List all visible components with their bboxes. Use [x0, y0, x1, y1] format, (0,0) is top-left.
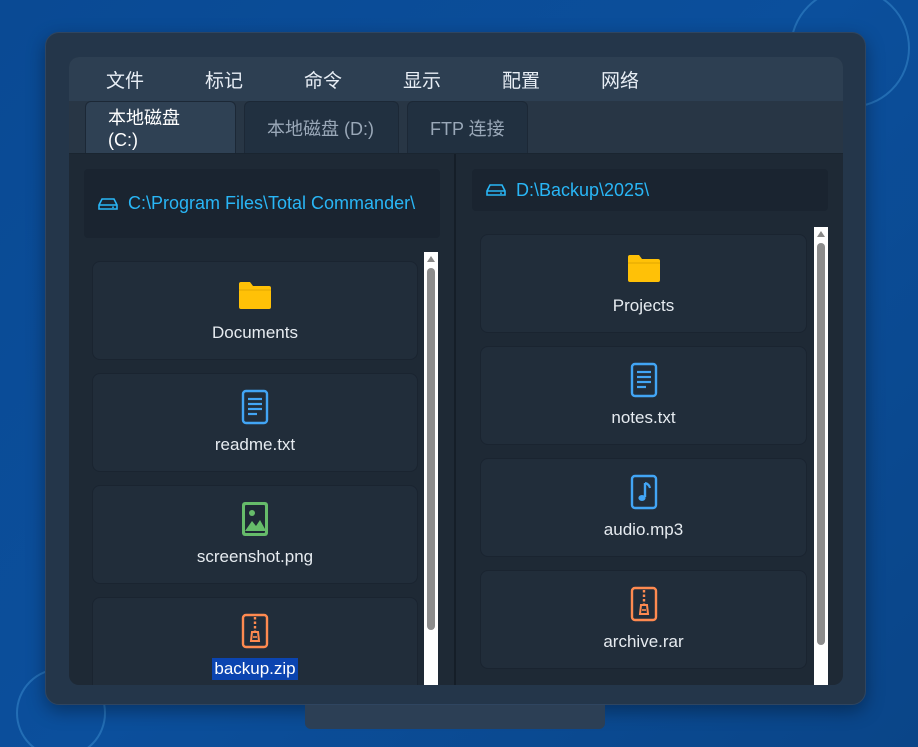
- scroll-up-arrow-icon[interactable]: [427, 256, 435, 262]
- folder-icon: [237, 277, 273, 313]
- right-file-list: Projects notes.txt audio.mp3 archive.rar: [480, 234, 807, 685]
- archive-file-icon: [626, 586, 662, 622]
- left-path-bar[interactable]: C:\Program Files\Total Commander\: [84, 169, 440, 238]
- tab-ftp-connection[interactable]: FTP 连接: [407, 101, 528, 153]
- file-item-readme-txt[interactable]: readme.txt: [92, 373, 418, 472]
- menu-file[interactable]: 文件: [87, 66, 186, 93]
- drive-icon: [98, 197, 118, 210]
- menu-configuration[interactable]: 配置: [483, 66, 582, 93]
- tab-drive-d[interactable]: 本地磁盘 (D:): [244, 101, 399, 153]
- right-path-bar[interactable]: D:\Backup\2025\: [472, 169, 828, 211]
- file-item-backup-zip[interactable]: backup.zip: [92, 597, 418, 685]
- scroll-thumb[interactable]: [817, 243, 825, 645]
- right-pane: D:\Backup\2025\ Projects notes.txt audio…: [458, 154, 843, 685]
- tab-drive-c[interactable]: 本地磁盘 (C:): [85, 101, 236, 153]
- monitor-stand: [305, 705, 605, 729]
- left-scrollbar[interactable]: [424, 252, 438, 685]
- scroll-up-arrow-icon[interactable]: [817, 231, 825, 237]
- menu-mark[interactable]: 标记: [186, 66, 285, 93]
- drive-icon: [486, 184, 506, 196]
- file-name: screenshot.png: [196, 547, 314, 566]
- file-item-audio-mp3[interactable]: audio.mp3: [480, 458, 807, 557]
- file-name: audio.mp3: [603, 520, 684, 539]
- file-item-screenshot-png[interactable]: screenshot.png: [92, 485, 418, 584]
- file-name: backup.zip: [212, 658, 298, 680]
- right-scrollbar[interactable]: [814, 227, 828, 685]
- file-name: notes.txt: [611, 408, 676, 427]
- right-path-text: D:\Backup\2025\: [516, 179, 650, 200]
- menu-bar: 文件 标记 命令 显示 配置 网络: [69, 57, 843, 101]
- file-name: archive.rar: [603, 632, 684, 651]
- file-name: readme.txt: [214, 435, 296, 454]
- menu-network[interactable]: 网络: [582, 66, 681, 93]
- file-panes: C:\Program Files\Total Commander\ Docume…: [69, 154, 843, 685]
- text-file-icon: [237, 389, 273, 425]
- file-item-archive-rar[interactable]: archive.rar: [480, 570, 807, 669]
- app-window: 文件 标记 命令 显示 配置 网络 本地磁盘 (C:) 本地磁盘 (D:) FT…: [69, 57, 843, 685]
- file-name: Projects: [612, 296, 675, 315]
- file-name: Documents: [212, 323, 298, 342]
- file-item-projects[interactable]: Projects: [480, 234, 807, 333]
- left-path-text: C:\Program Files\Total Commander\: [128, 193, 416, 213]
- text-file-icon: [626, 362, 662, 398]
- image-file-icon: [237, 501, 273, 537]
- menu-show[interactable]: 显示: [384, 66, 483, 93]
- file-item-notes-txt[interactable]: notes.txt: [480, 346, 807, 445]
- left-file-list: Documents readme.txt screenshot.png back…: [92, 261, 418, 685]
- scroll-thumb[interactable]: [427, 268, 435, 630]
- file-item-documents[interactable]: Documents: [92, 261, 418, 360]
- menu-commands[interactable]: 命令: [285, 66, 384, 93]
- archive-file-icon: [237, 613, 273, 649]
- monitor-frame: 文件 标记 命令 显示 配置 网络 本地磁盘 (C:) 本地磁盘 (D:) FT…: [45, 32, 866, 705]
- folder-icon: [626, 250, 662, 286]
- drive-tab-bar: 本地磁盘 (C:) 本地磁盘 (D:) FTP 连接: [69, 101, 843, 154]
- audio-file-icon: [626, 474, 662, 510]
- left-pane: C:\Program Files\Total Commander\ Docume…: [69, 154, 456, 685]
